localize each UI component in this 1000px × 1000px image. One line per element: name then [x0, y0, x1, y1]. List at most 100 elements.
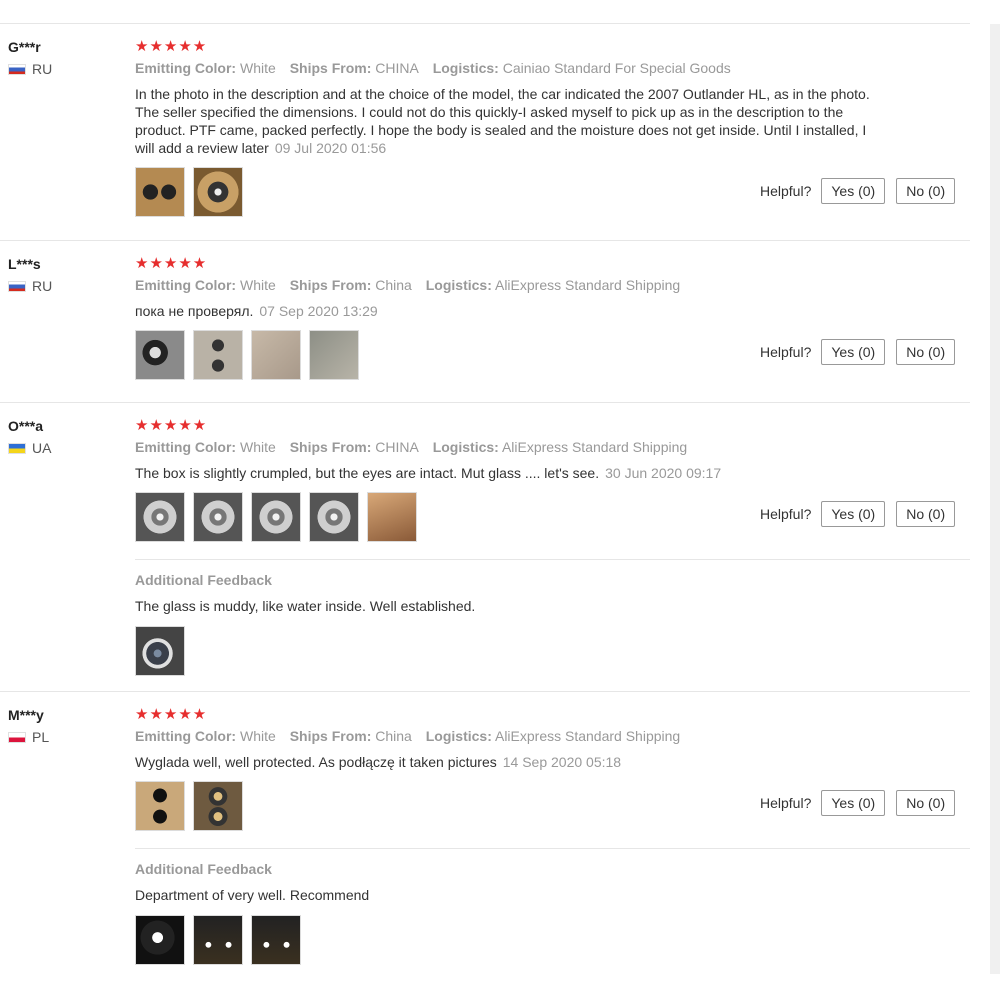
helpful-yes-button[interactable]: Yes (0) — [821, 178, 886, 204]
reviewer-country: PL — [8, 729, 49, 745]
order-attributes: Emitting Color: White Ships From: CHINA … — [135, 59, 875, 77]
reviewer-country: RU — [8, 278, 52, 294]
star-rating: ★★★★★ — [135, 38, 208, 55]
helpful-controls: Helpful? Yes (0) No (0) — [760, 178, 966, 204]
logistics-label: Logistics: — [425, 728, 492, 744]
emitting-color-value: White — [240, 60, 276, 76]
emitting-color-label: Emitting Color: — [135, 439, 237, 455]
emitting-color-label: Emitting Color: — [135, 728, 237, 744]
logistics-value: AliExpress Standard Shipping — [494, 728, 681, 744]
country-code: PL — [32, 729, 50, 745]
review-photo-thumbnail[interactable] — [193, 915, 243, 965]
review-photo-thumbnail[interactable] — [135, 626, 185, 676]
emitting-color-label: Emitting Color: — [135, 277, 237, 293]
ships-from-value: CHINA — [375, 60, 419, 76]
ships-from-value: China — [375, 728, 412, 744]
review-divider — [0, 402, 970, 403]
helpful-label: Helpful? — [760, 344, 812, 360]
reviewer: M***y PL — [8, 706, 49, 745]
helpful-no-button[interactable]: No (0) — [896, 501, 956, 527]
review-photo-thumbnail[interactable] — [309, 492, 359, 542]
top-divider — [0, 23, 970, 24]
helpful-controls: Helpful? Yes (0) No (0) — [760, 790, 966, 816]
review-photo-thumbnail[interactable] — [135, 781, 185, 831]
review-photo-thumbnail[interactable] — [251, 915, 301, 965]
emitting-color-value: White — [240, 277, 276, 293]
review-date: 07 Sep 2020 13:29 — [259, 303, 378, 319]
additional-feedback-photos — [135, 915, 970, 965]
country-code: UA — [32, 440, 52, 456]
helpful-yes-button[interactable]: Yes (0) — [821, 790, 886, 816]
logistics-label: Logistics: — [432, 439, 499, 455]
logistics-value: AliExpress Standard Shipping — [501, 439, 688, 455]
review-photo-thumbnail[interactable] — [193, 781, 243, 831]
additional-feedback-title: Additional Feedback — [135, 861, 272, 877]
reviewer-name: M***y — [8, 707, 44, 723]
poland-flag-icon — [8, 731, 26, 743]
review-body: пока не проверял. — [135, 303, 254, 319]
additional-feedback-divider — [135, 848, 970, 849]
logistics-value: Cainiao Standard For Special Goods — [502, 60, 731, 76]
review-date: 09 Jul 2020 01:56 — [274, 140, 387, 156]
helpful-controls: Helpful? Yes (0) No (0) — [760, 339, 966, 365]
review-photo-thumbnail[interactable] — [135, 492, 185, 542]
helpful-controls: Helpful? Yes (0) No (0) — [760, 501, 966, 527]
additional-feedback: Additional Feedback Department of very w… — [135, 848, 970, 965]
helpful-yes-button[interactable]: Yes (0) — [821, 339, 886, 365]
review-photo-thumbnail[interactable] — [193, 492, 243, 542]
russia-flag-icon — [8, 280, 26, 292]
ukraine-flag-icon — [8, 442, 26, 454]
ships-from-label: Ships From: — [289, 60, 372, 76]
logistics-label: Logistics: — [432, 60, 499, 76]
reviewer-name: G***r — [8, 39, 41, 55]
ships-from-label: Ships From: — [289, 728, 372, 744]
reviewer: L***s RU — [8, 255, 52, 294]
review-photo-thumbnail[interactable] — [367, 492, 417, 542]
review-photo-thumbnail[interactable] — [193, 330, 243, 380]
emitting-color-value: White — [240, 439, 276, 455]
order-attributes: Emitting Color: White Ships From: China … — [135, 727, 875, 745]
ships-from-label: Ships From: — [289, 277, 372, 293]
logistics-value: AliExpress Standard Shipping — [494, 277, 681, 293]
additional-feedback-text: The glass is muddy, like water inside. W… — [135, 598, 476, 614]
star-rating: ★★★★★ — [135, 417, 208, 434]
reviewer-country: UA — [8, 440, 51, 456]
helpful-no-button[interactable]: No (0) — [896, 339, 956, 365]
reviewer: G***r RU — [8, 38, 52, 77]
review-text: The box is slightly crumpled, but the ey… — [135, 464, 870, 482]
review-photo-thumbnail[interactable] — [135, 330, 185, 380]
review-body: Wyglada well, well protected. As podłącz… — [135, 754, 497, 770]
ships-from-value: China — [375, 277, 412, 293]
review-photo-thumbnail[interactable] — [135, 915, 185, 965]
scrollbar-track[interactable] — [990, 24, 1000, 974]
review-text: Wyglada well, well protected. As podłącz… — [135, 753, 870, 771]
additional-feedback-title: Additional Feedback — [135, 572, 272, 588]
review-photo-thumbnail[interactable] — [135, 167, 185, 217]
country-code: RU — [32, 61, 53, 77]
additional-feedback: Additional Feedback The glass is muddy, … — [135, 559, 970, 676]
russia-flag-icon — [8, 63, 26, 75]
review-date: 14 Sep 2020 05:18 — [502, 754, 622, 770]
country-code: RU — [32, 278, 53, 294]
helpful-label: Helpful? — [760, 506, 812, 522]
helpful-yes-button[interactable]: Yes (0) — [821, 501, 886, 527]
reviewer-country: RU — [8, 61, 52, 77]
ships-from-value: CHINA — [375, 439, 419, 455]
review-text: пока не проверял. 07 Sep 2020 13:29 — [135, 302, 870, 320]
review-photo-thumbnail[interactable] — [251, 492, 301, 542]
review-body: In the photo in the description and at t… — [135, 86, 870, 156]
star-rating: ★★★★★ — [135, 706, 208, 723]
reviewer-name: L***s — [8, 256, 41, 272]
emitting-color-value: White — [240, 728, 276, 744]
helpful-no-button[interactable]: No (0) — [896, 178, 956, 204]
ships-from-label: Ships From: — [289, 439, 372, 455]
order-attributes: Emitting Color: White Ships From: China … — [135, 276, 875, 294]
review-photo-thumbnail[interactable] — [309, 330, 359, 380]
review-photo-thumbnail[interactable] — [193, 167, 243, 217]
review-photo-thumbnail[interactable] — [251, 330, 301, 380]
review-text: In the photo in the description and at t… — [135, 85, 870, 157]
reviewer-name: O***a — [8, 418, 44, 434]
helpful-label: Helpful? — [760, 183, 812, 199]
helpful-label: Helpful? — [760, 795, 812, 811]
helpful-no-button[interactable]: No (0) — [896, 790, 956, 816]
